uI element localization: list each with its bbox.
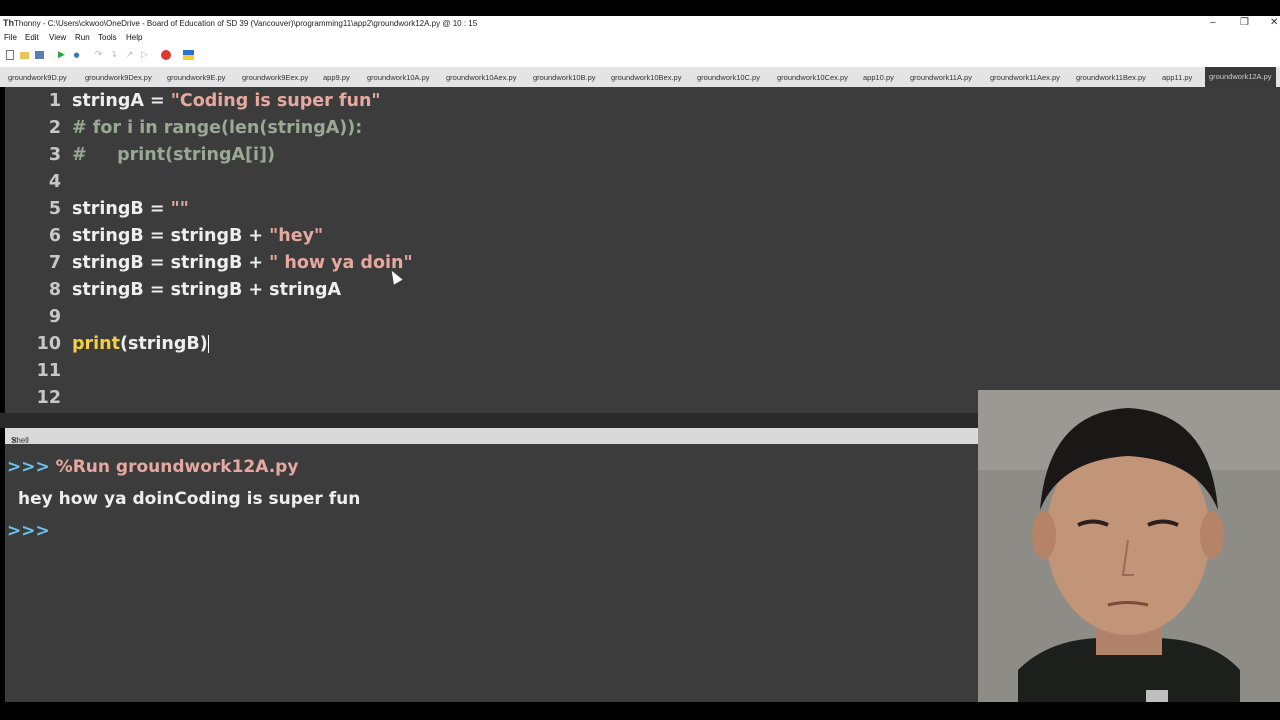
line-number: 7 xyxy=(48,253,61,273)
line-number: 6 xyxy=(48,226,61,246)
debug-icon[interactable]: ● xyxy=(72,50,81,60)
menu-help[interactable]: Help xyxy=(126,33,142,42)
line-number: 8 xyxy=(48,280,61,300)
run-icon[interactable]: ▶ xyxy=(57,50,66,60)
tab-groundwork11A[interactable]: groundwork11A.py xyxy=(910,73,972,82)
code-editor[interactable]: 1 2 3 4 5 6 7 8 9 10 11 12 stringA = "Co… xyxy=(5,87,1280,413)
restore-icon[interactable]: ❐ xyxy=(1240,17,1249,28)
tab-groundwork11Bex[interactable]: groundwork11Bex.py xyxy=(1076,73,1146,82)
tab-app10[interactable]: app10.py xyxy=(863,73,894,82)
tab-groundwork9Dex[interactable]: groundwork9Dex.py xyxy=(85,73,152,82)
code-line: # for i in range(len(stringA)): xyxy=(72,118,363,138)
line-number: 5 xyxy=(48,199,61,219)
line-number: 12 xyxy=(36,388,61,408)
code-line: stringA = "Coding is super fun" xyxy=(72,91,381,111)
shell-run-command: %Run groundwork12A.py xyxy=(55,457,299,477)
menu-file[interactable]: File xyxy=(4,33,17,42)
tab-groundwork10A[interactable]: groundwork10A.py xyxy=(367,73,430,82)
window-title: Thonny - C:\Users\ckwoo\OneDrive - Board… xyxy=(14,19,478,28)
code-text: (stringB) xyxy=(119,334,208,354)
code-text: stringB = stringB + xyxy=(72,226,270,246)
shell-prompt[interactable]: >>> xyxy=(7,521,50,541)
webcam-overlay xyxy=(978,390,1280,714)
title-bar: Th Thonny - C:\Users\ckwoo\OneDrive - Bo… xyxy=(0,16,1280,31)
menu-bar: File Edit View Run Tools Help xyxy=(0,31,1280,45)
code-text: stringB = stringB + xyxy=(72,253,270,273)
code-line: print(stringB) xyxy=(72,334,209,354)
code-line: # print(stringA[i]) xyxy=(72,145,276,165)
tab-groundwork10C[interactable]: groundwork10C.py xyxy=(697,73,760,82)
stop-icon[interactable] xyxy=(161,50,171,60)
tab-groundwork10Cex[interactable]: groundwork10Cex.py xyxy=(777,73,848,82)
line-number: 2 xyxy=(48,118,61,138)
tab-groundwork10Aex[interactable]: groundwork10Aex.py xyxy=(446,73,516,82)
code-line: stringB = stringB + stringA xyxy=(72,280,342,300)
resume-icon[interactable]: ▷ xyxy=(140,50,149,60)
editor-tab-bar: groundwork9D.py groundwork9Dex.py ground… xyxy=(0,67,1280,87)
code-line: stringB = "" xyxy=(72,199,189,219)
toolbar: ▶ ● ↷ ↴ ↗ ▷ xyxy=(0,45,1280,67)
tab-groundwork9E[interactable]: groundwork9E.py xyxy=(167,73,225,82)
text-cursor xyxy=(207,335,209,353)
string-literal: "" xyxy=(170,199,189,219)
bottom-strip xyxy=(0,702,1280,720)
line-number: 3 xyxy=(48,145,61,165)
shell-prompt: >>> xyxy=(7,457,50,477)
tab-app11[interactable]: app11.py xyxy=(1162,73,1192,82)
tab-groundwork10Bex[interactable]: groundwork10Bex.py xyxy=(611,73,681,82)
string-literal: "Coding is super fun" xyxy=(170,91,381,111)
tab-app9[interactable]: app9.py xyxy=(323,73,350,82)
close-icon[interactable]: ✕ xyxy=(1270,17,1278,28)
save-file-icon[interactable] xyxy=(35,51,44,59)
step-out-icon[interactable]: ↗ xyxy=(125,50,134,60)
shell-output: hey how ya doinCoding is super fun xyxy=(18,489,361,509)
shell-tab[interactable]: Shell ✕ xyxy=(5,428,980,445)
code-line: stringB = stringB + "hey" xyxy=(72,226,323,246)
tab-groundwork10B[interactable]: groundwork10B.py xyxy=(533,73,596,82)
menu-run[interactable]: Run xyxy=(75,33,90,42)
line-number: 10 xyxy=(36,334,61,354)
line-number: 9 xyxy=(48,307,61,327)
line-number: 1 xyxy=(48,91,61,111)
tab-groundwork12A[interactable]: groundwork12A.py xyxy=(1205,67,1276,87)
shell-panel[interactable]: >>> %Run groundwork12A.py hey how ya doi… xyxy=(5,444,980,702)
menu-edit[interactable]: Edit xyxy=(25,33,39,42)
ukraine-flag-icon[interactable] xyxy=(183,50,194,60)
new-file-icon[interactable] xyxy=(6,50,14,60)
webcam-presenter-image xyxy=(978,390,1280,714)
thonny-app-icon: Th xyxy=(3,18,14,28)
tab-groundwork11Aex[interactable]: groundwork11Aex.py xyxy=(990,73,1060,82)
minimize-icon[interactable]: – xyxy=(1210,17,1216,28)
tab-groundwork9D[interactable]: groundwork9D.py xyxy=(8,73,67,82)
step-over-icon[interactable]: ↷ xyxy=(94,50,103,60)
string-literal: "hey" xyxy=(269,226,324,246)
tab-groundwork9Eex[interactable]: groundwork9Eex.py xyxy=(242,73,308,82)
code-line: stringB = stringB + " how ya doin" xyxy=(72,253,413,273)
line-number: 4 xyxy=(48,172,61,192)
code-text: stringA = xyxy=(72,91,171,111)
step-into-icon[interactable]: ↴ xyxy=(109,50,118,60)
builtin-keyword: print xyxy=(72,334,120,354)
shell-run-line: >>> %Run groundwork12A.py xyxy=(7,457,298,477)
menu-tools[interactable]: Tools xyxy=(98,33,117,42)
menu-view[interactable]: View xyxy=(49,33,66,42)
code-text: stringB = xyxy=(72,199,171,219)
line-number: 11 xyxy=(36,361,61,381)
open-file-icon[interactable] xyxy=(20,52,29,59)
